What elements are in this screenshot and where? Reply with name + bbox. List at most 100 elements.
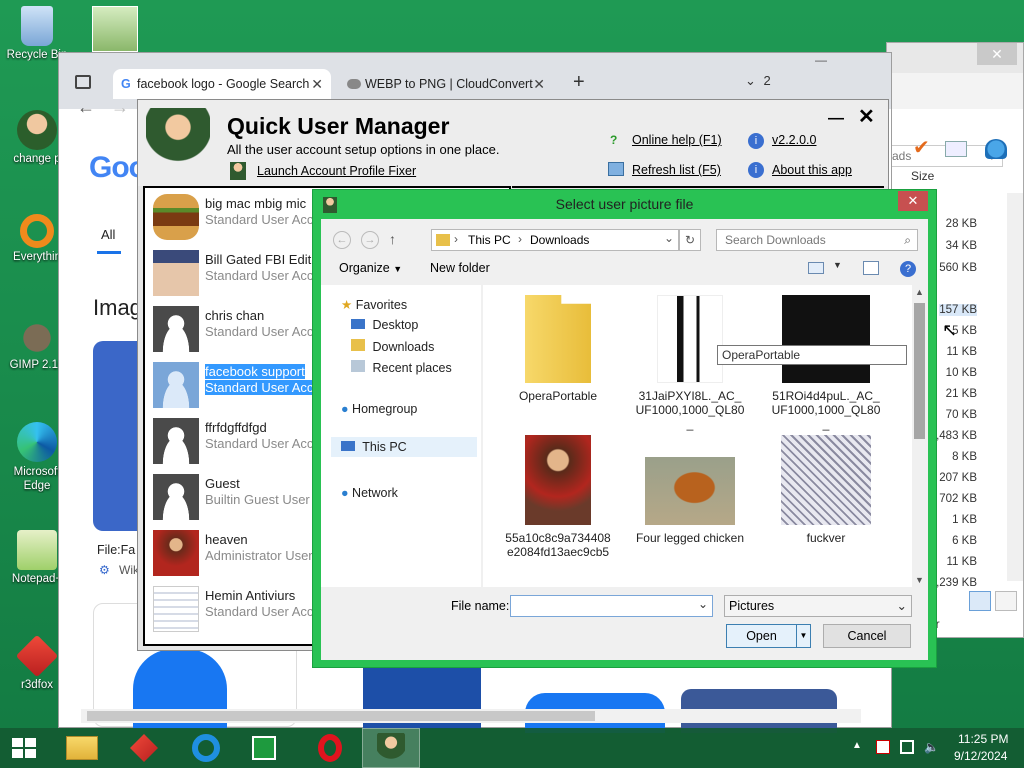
size-cell: 560 KB bbox=[939, 262, 977, 274]
search-nav-all[interactable]: All bbox=[101, 227, 115, 242]
launch-account-profile-fixer-link[interactable]: Launch Account Profile Fixer bbox=[257, 164, 416, 178]
scrollbar-thumb[interactable] bbox=[87, 711, 595, 721]
forward-button[interactable]: → bbox=[111, 97, 129, 118]
qum-minimize-button[interactable]: — bbox=[828, 110, 844, 128]
forward-arrow-icon[interactable]: → bbox=[361, 231, 379, 249]
organize-menu[interactable]: Organize ▼ bbox=[339, 261, 402, 275]
quick-user-manager-taskbar-button[interactable] bbox=[362, 728, 420, 768]
file-item-55a10c8c[interactable]: 55a10c8c9a734408e2084fd13aec9cb5 bbox=[503, 435, 613, 559]
dialog-close-button[interactable]: ✕ bbox=[898, 191, 928, 211]
nav-recent-places[interactable]: Recent places bbox=[351, 360, 452, 375]
back-button[interactable]: ← bbox=[77, 97, 95, 118]
nav-this-pc[interactable]: This PC bbox=[331, 437, 477, 457]
volume-muted-icon[interactable]: 🔈 bbox=[924, 740, 939, 754]
details-view-icon[interactable] bbox=[969, 591, 991, 611]
file-list[interactable]: OperaPortable 31JaiPXYI8L._AC_UF1000,100… bbox=[483, 285, 927, 587]
file-list-scrollbar[interactable]: ▲ ▼ bbox=[912, 285, 927, 587]
info-icon-about: i bbox=[748, 162, 764, 178]
chevron-down-icon[interactable]: ⌄ bbox=[664, 231, 674, 245]
file-label: 31JaiPXYI8L._AC_UF1000,1000_QL80_ bbox=[635, 389, 745, 431]
close-tab-icon[interactable]: ✕ bbox=[533, 69, 545, 99]
nav-favorites[interactable]: ★ Favorites bbox=[341, 297, 407, 312]
address-bar[interactable]: › This PC › Downloads ⌄ bbox=[431, 229, 679, 251]
clock-date[interactable]: 9/12/2024 bbox=[954, 749, 1007, 763]
user-name: chris chan bbox=[205, 308, 265, 323]
size-cell: 10 KB bbox=[945, 367, 977, 379]
qum-close-button[interactable]: ✕ bbox=[858, 104, 875, 129]
search-placeholder: Search Downloads bbox=[725, 233, 826, 247]
view-dropdown-icon[interactable]: ▼ bbox=[833, 260, 842, 270]
edge-legacy-taskbar-button[interactable] bbox=[182, 728, 230, 768]
user-name: Guest bbox=[205, 476, 240, 491]
file-label: 55a10c8c9a734408e2084fd13aec9cb5 bbox=[505, 531, 611, 559]
search-downloads-input[interactable]: Search Downloads ⌕ bbox=[716, 229, 918, 251]
open-button[interactable]: Open ▼ bbox=[726, 624, 811, 648]
preview-pane-icon[interactable] bbox=[863, 261, 879, 275]
nav-downloads[interactable]: Downloads bbox=[351, 339, 434, 354]
gimp-icon bbox=[17, 316, 57, 356]
folder-icon bbox=[525, 295, 591, 383]
horizontal-scrollbar[interactable] bbox=[81, 709, 861, 723]
chicken-thumbnail bbox=[645, 457, 735, 525]
size-cell: 207 KB bbox=[939, 472, 977, 484]
split-dropdown-icon[interactable]: ▼ bbox=[796, 625, 810, 647]
show-hidden-icons-icon[interactable]: ▲ bbox=[852, 740, 862, 751]
file-name-input[interactable]: ⌄ bbox=[510, 595, 713, 617]
opera-icon bbox=[318, 734, 342, 762]
qum-title: Quick User Manager bbox=[227, 113, 450, 139]
nav-homegroup[interactable]: ● Homegroup bbox=[341, 402, 417, 416]
user-name: big mac mbig mic bbox=[205, 196, 307, 211]
nav-label: Homegroup bbox=[352, 402, 418, 416]
help-icon[interactable]: ? bbox=[900, 261, 916, 277]
tab-label: facebook logo - Google Search bbox=[137, 77, 310, 91]
scroll-up-arrow[interactable]: ▲ bbox=[912, 287, 927, 297]
file-result-label[interactable]: File:Fa bbox=[97, 543, 135, 557]
change-view-icon[interactable] bbox=[808, 262, 824, 274]
tab-facebook-logo-search[interactable]: G facebook logo - Google Search ✕ bbox=[113, 69, 331, 99]
nav-desktop[interactable]: Desktop bbox=[351, 318, 418, 332]
r3dfox-taskbar-button[interactable] bbox=[116, 728, 172, 768]
opera-taskbar-button[interactable] bbox=[306, 728, 354, 768]
start-button[interactable] bbox=[0, 728, 46, 768]
file-item-operaportable[interactable]: OperaPortable bbox=[503, 295, 613, 403]
refresh-button[interactable]: ↻ bbox=[679, 229, 701, 251]
scroll-down-arrow[interactable]: ▼ bbox=[912, 575, 927, 585]
nav-label: Recent places bbox=[372, 361, 452, 375]
online-help-link[interactable]: Online help (F1) bbox=[632, 133, 722, 147]
minimize-button[interactable]: — bbox=[799, 53, 843, 73]
about-app-link[interactable]: About this app bbox=[772, 163, 852, 177]
file-explorer-taskbar-button[interactable] bbox=[58, 728, 106, 768]
explorer-scrollbar[interactable] bbox=[1007, 193, 1023, 581]
tab-search-dropdown[interactable]: ⌄ 2 bbox=[745, 73, 771, 89]
dialog-body: ← → ↑ › This PC › Downloads ⌄ ↻ Search D… bbox=[321, 219, 928, 660]
breadcrumb-downloads[interactable]: Downloads bbox=[530, 233, 589, 247]
new-folder-button[interactable]: New folder bbox=[430, 261, 490, 275]
clock-time[interactable]: 11:25 PM bbox=[958, 732, 1008, 746]
close-tab-icon[interactable]: ✕ bbox=[311, 69, 323, 99]
new-tab-button[interactable]: + bbox=[573, 71, 585, 94]
file-type-select[interactable]: Pictures ⌄ bbox=[724, 595, 912, 617]
user-type: Standard User Acc bbox=[205, 268, 314, 283]
user-avatar-painting bbox=[153, 530, 199, 576]
up-arrow-icon[interactable]: ↑ bbox=[389, 231, 396, 247]
cancel-button[interactable]: Cancel bbox=[823, 624, 911, 648]
file-item-fuckver[interactable]: fuckver bbox=[771, 435, 881, 545]
store-taskbar-button[interactable] bbox=[240, 728, 288, 768]
image-result-card[interactable] bbox=[93, 341, 141, 531]
nav-network[interactable]: ● Network bbox=[341, 486, 398, 500]
chevron-down-icon[interactable]: ⌄ bbox=[698, 597, 708, 611]
refresh-list-link[interactable]: Refresh list (F5) bbox=[632, 163, 721, 177]
tab-cloudconvert[interactable]: WEBP to PNG | CloudConvert ✕ bbox=[341, 69, 553, 99]
user-manager-icon bbox=[377, 733, 405, 765]
large-icons-view-icon[interactable] bbox=[995, 591, 1017, 611]
tab-search-icon[interactable] bbox=[75, 75, 91, 89]
sketch-thumbnail bbox=[781, 435, 871, 525]
breadcrumb-this-pc[interactable]: This PC bbox=[468, 233, 511, 247]
back-arrow-icon[interactable]: ← bbox=[333, 231, 351, 249]
network-tray-icon[interactable] bbox=[900, 740, 914, 754]
action-center-icon[interactable] bbox=[876, 740, 890, 754]
file-item-four-legged-chicken[interactable]: Four legged chicken bbox=[635, 457, 745, 545]
version-link[interactable]: v2.2.0.0 bbox=[772, 133, 816, 147]
scrollbar-thumb[interactable] bbox=[914, 303, 925, 439]
desktop-image-thumbnail[interactable] bbox=[92, 6, 138, 52]
